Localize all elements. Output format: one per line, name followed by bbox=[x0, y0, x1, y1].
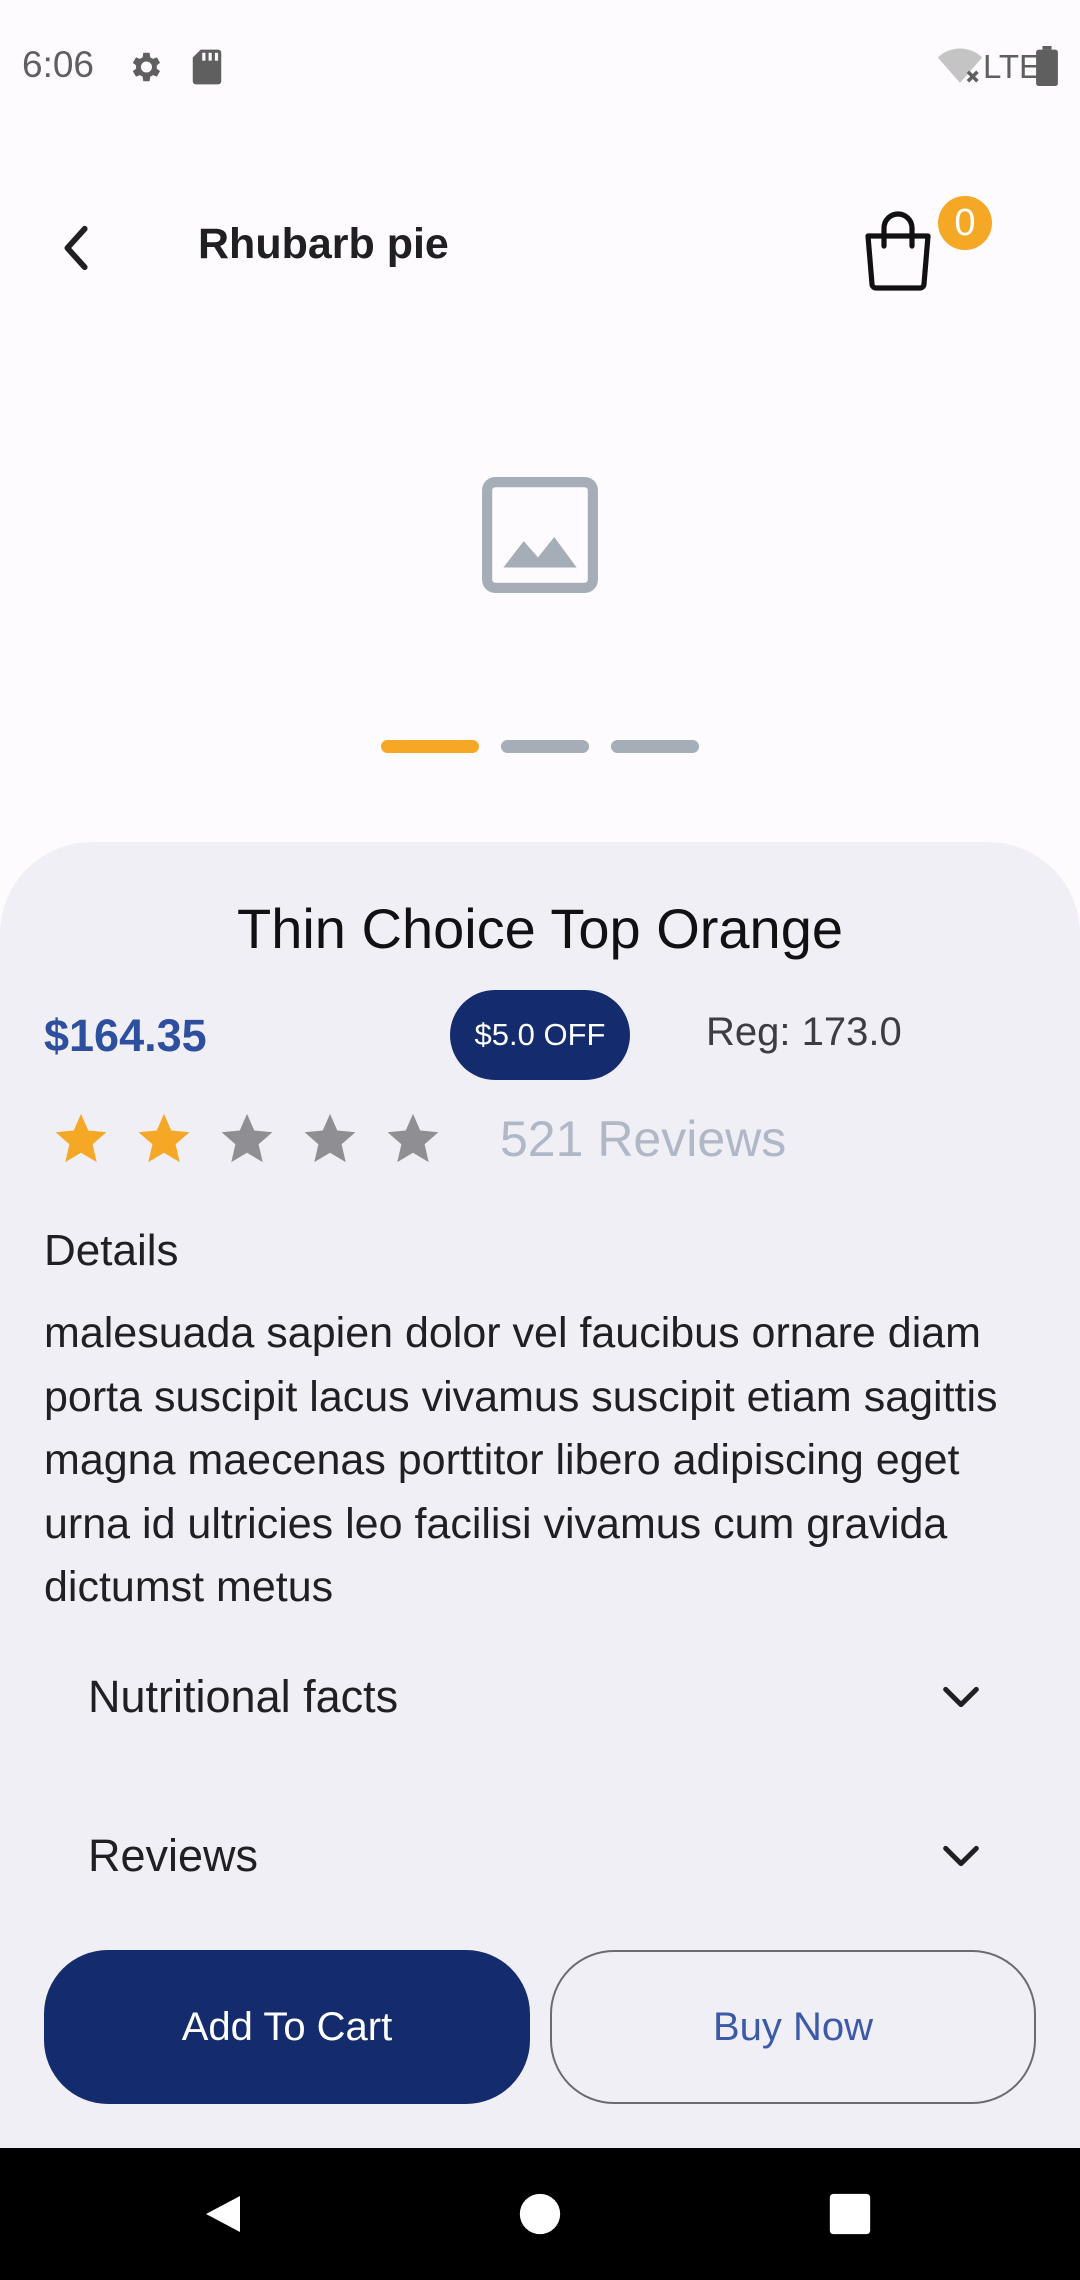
star-empty-icon bbox=[221, 1113, 273, 1163]
status-time: 6:06 bbox=[22, 44, 95, 85]
image-placeholder-icon[interactable] bbox=[478, 474, 602, 596]
back-button[interactable] bbox=[46, 214, 108, 282]
battery-icon bbox=[1036, 46, 1058, 86]
discount-badge: $5.0 OFF bbox=[450, 990, 630, 1080]
status-bar: 6:06 LTE bbox=[0, 0, 1080, 136]
details-text: malesuada sapien dolor vel faucibus orna… bbox=[44, 1309, 998, 1611]
chevron-down-icon bbox=[943, 1845, 979, 1867]
accordion-label: Reviews bbox=[88, 1830, 259, 1881]
chevron-down-icon bbox=[943, 1686, 979, 1708]
star-empty-icon bbox=[387, 1113, 439, 1163]
sd-card-icon bbox=[192, 49, 222, 85]
carousel-dot[interactable] bbox=[501, 740, 589, 753]
wifi-icon bbox=[937, 48, 983, 83]
star-filled-icon bbox=[55, 1113, 107, 1163]
shopping-bag-icon[interactable] bbox=[858, 208, 938, 292]
reviews-count[interactable]: 521 Reviews bbox=[500, 1110, 786, 1168]
chevron-left-icon bbox=[64, 225, 88, 271]
carousel-dot-active[interactable] bbox=[381, 740, 479, 753]
product-price: $164.35 bbox=[44, 1010, 207, 1061]
cart-count-badge: 0 bbox=[938, 196, 992, 250]
buy-now-button[interactable]: Buy Now bbox=[550, 1950, 1036, 2104]
details-heading: Details bbox=[44, 1226, 179, 1275]
product-name: Thin Choice Top Orange bbox=[237, 897, 843, 960]
page-title: Rhubarb pie bbox=[198, 220, 449, 268]
gear-icon bbox=[132, 52, 161, 82]
product-detail-screen: 6:06 LTE Rhubarb pie 0 Thin Choice Top O… bbox=[0, 0, 1080, 2280]
accordion-label: Nutritional facts bbox=[88, 1671, 399, 1722]
reviews-accordion[interactable]: Reviews bbox=[88, 1811, 988, 1901]
carousel-dot[interactable] bbox=[611, 740, 699, 753]
nav-home-icon[interactable] bbox=[518, 2192, 562, 2236]
carousel-indicator bbox=[381, 740, 699, 754]
add-to-cart-button[interactable]: Add To Cart bbox=[44, 1950, 530, 2104]
star-empty-icon bbox=[304, 1113, 356, 1163]
nav-back-icon[interactable] bbox=[200, 2190, 248, 2238]
regular-price: Reg: 173.0 bbox=[706, 1010, 902, 1054]
nutritional-facts-accordion[interactable]: Nutritional facts bbox=[88, 1652, 988, 1742]
network-type: LTE bbox=[983, 48, 1042, 85]
nav-recents-icon[interactable] bbox=[828, 2192, 872, 2236]
star-rating bbox=[52, 1108, 467, 1168]
star-filled-icon bbox=[138, 1113, 190, 1163]
